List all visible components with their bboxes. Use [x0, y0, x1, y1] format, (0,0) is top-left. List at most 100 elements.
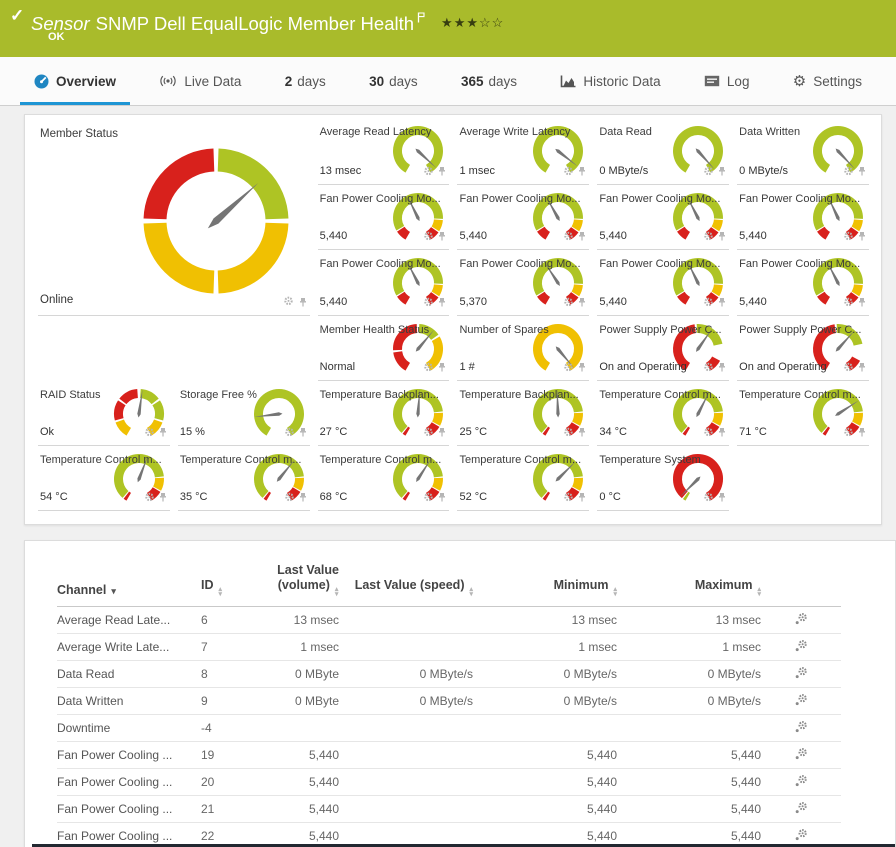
gauge-tile-psu-2[interactable]: Power Supply Power C...On and Operating	[737, 316, 869, 381]
pin-icon[interactable]	[717, 229, 727, 247]
sort-arrows-icon[interactable]: ▴▾	[469, 588, 473, 597]
gauge-tile-temp-control-3[interactable]: Temperature Control m...54 °C	[38, 446, 170, 511]
gauge-tile-temp-control-5[interactable]: Temperature Control m...68 °C	[318, 446, 450, 511]
pin-icon[interactable]	[298, 425, 308, 443]
column-header-last-value-speed-[interactable]: Last Value (speed)▴▾	[339, 557, 473, 607]
channel-settings-gear-icon[interactable]	[794, 750, 808, 764]
gauge-tile-fan-8[interactable]: Fan Power Cooling Mo...5,440	[737, 250, 869, 316]
table-row[interactable]: Fan Power Cooling ...195,4405,4405,440	[57, 742, 841, 769]
gear-icon[interactable]	[703, 425, 714, 443]
gear-icon[interactable]	[563, 164, 574, 182]
sort-desc-icon[interactable]: ▾	[111, 586, 116, 596]
cell-channel[interactable]: Fan Power Cooling ...	[57, 769, 201, 796]
gauge-tile-temp-system[interactable]: Temperature System0 °C	[597, 446, 729, 511]
pin-icon[interactable]	[298, 490, 308, 508]
gear-icon[interactable]	[703, 229, 714, 247]
gauge-tile-fan-7[interactable]: Fan Power Cooling Mo...5,440	[597, 250, 729, 316]
pin-icon[interactable]	[857, 164, 867, 182]
channel-settings-gear-icon[interactable]	[794, 642, 808, 656]
gear-icon[interactable]	[284, 425, 295, 443]
tab-live-data[interactable]: Live Data	[155, 57, 245, 105]
pin-icon[interactable]	[577, 490, 587, 508]
gauge-tile-raid-status[interactable]: RAID StatusOk	[38, 381, 170, 446]
gear-icon[interactable]	[423, 164, 434, 182]
pin-icon[interactable]	[857, 425, 867, 443]
tab-overview[interactable]: Overview	[30, 57, 120, 105]
cell-channel[interactable]: Fan Power Cooling ...	[57, 742, 201, 769]
pin-icon[interactable]	[717, 360, 727, 378]
gear-icon[interactable]	[563, 360, 574, 378]
pin-icon[interactable]	[298, 295, 308, 313]
pin-icon[interactable]	[717, 425, 727, 443]
gear-icon[interactable]	[423, 360, 434, 378]
channel-settings-gear-icon[interactable]	[794, 615, 808, 629]
gauge-tile-spares[interactable]: Number of Spares1 #	[457, 316, 589, 381]
pin-icon[interactable]	[437, 164, 447, 182]
cell-channel[interactable]: Downtime	[57, 715, 201, 742]
table-row[interactable]: Fan Power Cooling ...215,4405,4405,440	[57, 796, 841, 823]
channel-settings-gear-icon[interactable]	[794, 696, 808, 710]
gear-icon[interactable]	[843, 295, 854, 313]
pin-icon[interactable]	[158, 490, 168, 508]
gear-icon[interactable]	[282, 295, 295, 313]
pin-icon[interactable]	[158, 425, 168, 443]
gear-icon[interactable]	[423, 229, 434, 247]
sort-arrows-icon[interactable]: ▴▾	[757, 588, 761, 597]
cell-channel[interactable]: Data Written	[57, 688, 201, 715]
column-header-minimum[interactable]: Minimum▴▾	[473, 557, 617, 607]
sort-arrows-icon[interactable]: ▴▾	[335, 588, 339, 597]
gear-icon[interactable]	[843, 425, 854, 443]
column-header-maximum[interactable]: Maximum▴▾	[617, 557, 761, 607]
table-row[interactable]: Data Read80 MByte0 MByte/s0 MByte/s0 MBy…	[57, 661, 841, 688]
gear-icon[interactable]	[423, 490, 434, 508]
pin-icon[interactable]	[857, 360, 867, 378]
sort-arrows-icon[interactable]: ▴▾	[613, 588, 617, 597]
pin-icon[interactable]	[577, 295, 587, 313]
gauge-tile-fan-6[interactable]: Fan Power Cooling Mo...5,370	[457, 250, 589, 316]
gauge-tile-fan-1[interactable]: Fan Power Cooling Mo...5,440	[318, 185, 450, 250]
table-row[interactable]: Average Write Late...71 msec1 msec1 msec	[57, 634, 841, 661]
tab-settings[interactable]: ⚙Settings	[789, 57, 866, 105]
pin-icon[interactable]	[717, 295, 727, 313]
gauge-tile-temp-backplane-2[interactable]: Temperature Backplan...25 °C	[457, 381, 589, 446]
priority-stars[interactable]: ★★★☆☆	[441, 15, 504, 30]
gear-icon[interactable]	[284, 490, 295, 508]
gauge-tile-temp-control-6[interactable]: Temperature Control m...52 °C	[457, 446, 589, 511]
gauge-tile-fan-5[interactable]: Fan Power Cooling Mo...5,440	[318, 250, 450, 316]
pin-icon[interactable]	[437, 490, 447, 508]
pin-icon[interactable]	[437, 295, 447, 313]
cell-channel[interactable]: Data Read	[57, 661, 201, 688]
gear-icon[interactable]	[423, 425, 434, 443]
column-header-id[interactable]: ID▴▾	[201, 557, 261, 607]
pin-icon[interactable]	[857, 295, 867, 313]
gear-icon[interactable]	[703, 360, 714, 378]
tab-30-days[interactable]: 30days	[365, 57, 422, 105]
cell-channel[interactable]: Average Read Late...	[57, 607, 201, 634]
channel-settings-gear-icon[interactable]	[794, 669, 808, 683]
tab-365-days[interactable]: 365days	[457, 57, 521, 105]
gear-icon[interactable]	[703, 164, 714, 182]
gauge-tile-fan-3[interactable]: Fan Power Cooling Mo...5,440	[597, 185, 729, 250]
pin-icon[interactable]	[857, 229, 867, 247]
gauge-tile-temp-control-2[interactable]: Temperature Control m...71 °C	[737, 381, 869, 446]
tab-historic-data[interactable]: Historic Data	[556, 57, 664, 105]
tab-log[interactable]: Log	[700, 57, 754, 105]
gear-icon[interactable]	[703, 490, 714, 508]
gauge-tile-temp-backplane-1[interactable]: Temperature Backplan...27 °C	[318, 381, 450, 446]
channel-settings-gear-icon[interactable]	[794, 777, 808, 791]
gear-icon[interactable]	[563, 425, 574, 443]
gauge-tile-temp-control-1[interactable]: Temperature Control m...34 °C	[597, 381, 729, 446]
table-row[interactable]: Data Written90 MByte0 MByte/s0 MByte/s0 …	[57, 688, 841, 715]
channel-settings-gear-icon[interactable]	[794, 831, 808, 845]
pin-icon[interactable]	[717, 490, 727, 508]
pin-icon[interactable]	[577, 425, 587, 443]
gear-icon[interactable]	[563, 229, 574, 247]
table-row[interactable]: Fan Power Cooling ...205,4405,4405,440	[57, 769, 841, 796]
gauge-tile-storage-free[interactable]: Storage Free %15 %	[178, 381, 310, 446]
pin-icon[interactable]	[577, 360, 587, 378]
gear-icon[interactable]	[144, 425, 155, 443]
pin-icon[interactable]	[437, 425, 447, 443]
table-row[interactable]: Downtime-4	[57, 715, 841, 742]
gear-icon[interactable]	[843, 360, 854, 378]
gauge-tile-fan-4[interactable]: Fan Power Cooling Mo...5,440	[737, 185, 869, 250]
